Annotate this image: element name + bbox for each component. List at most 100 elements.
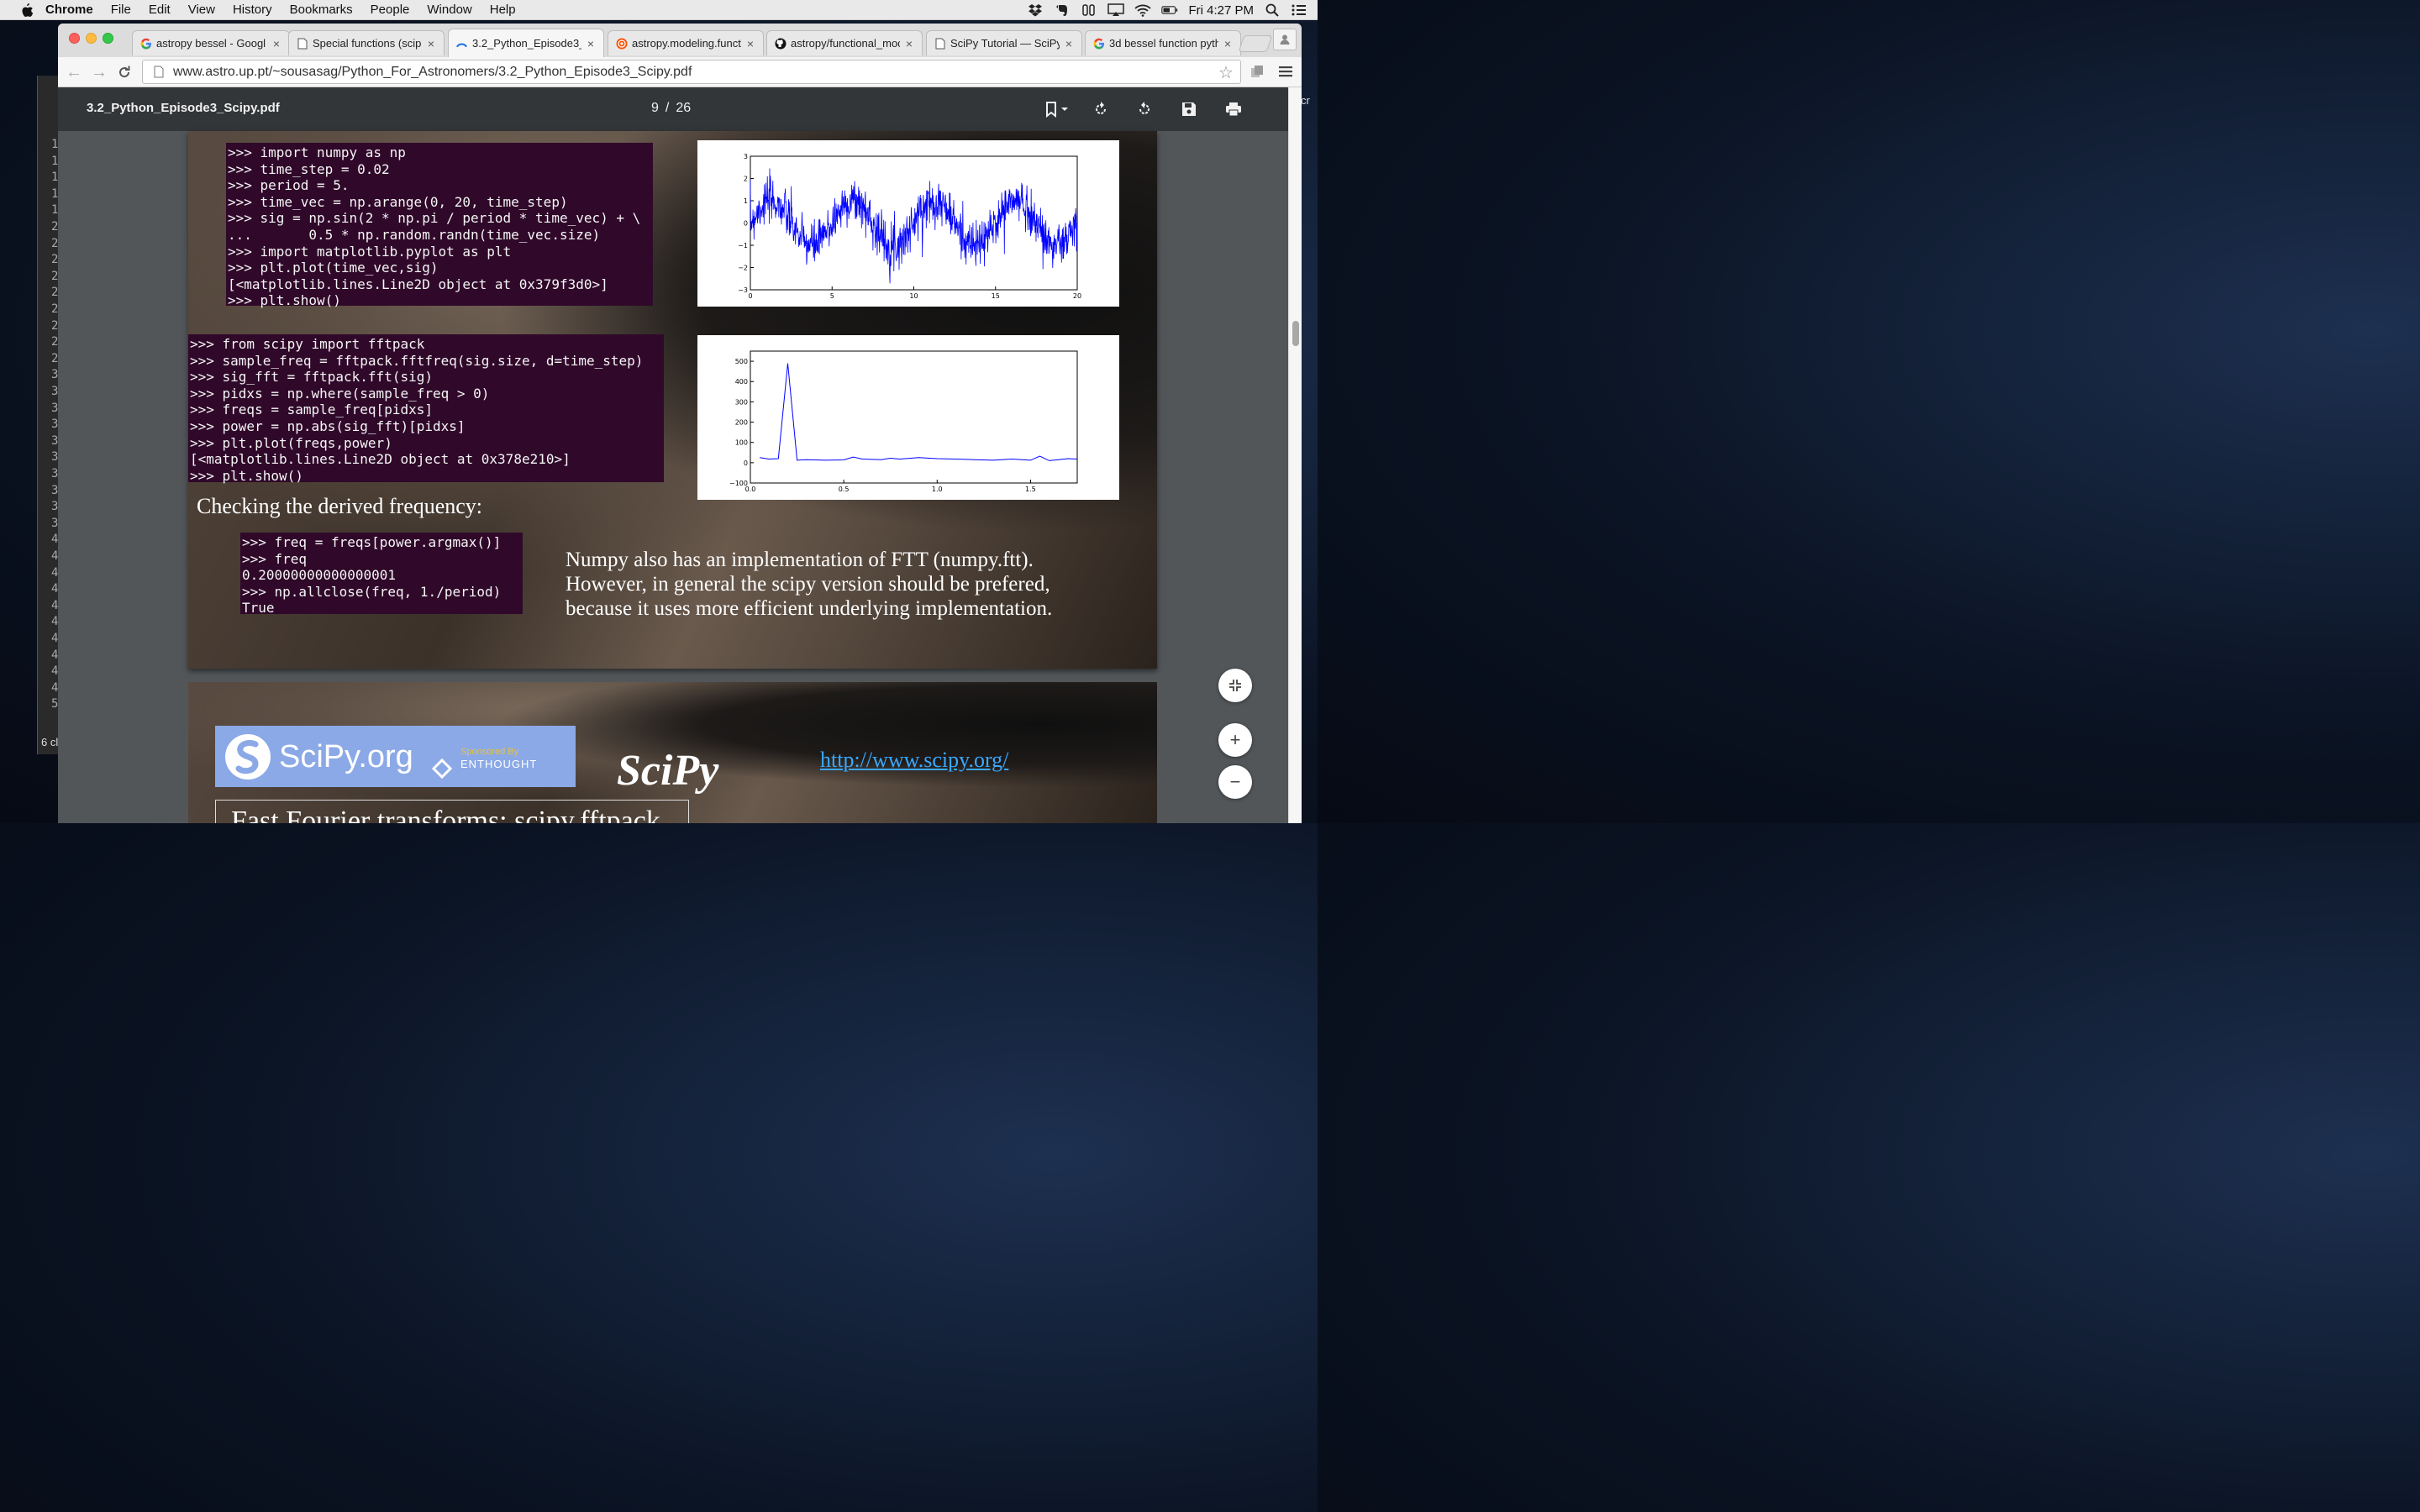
y-tick-label: 2 bbox=[744, 176, 748, 183]
sponsored-by-text: Sponsored By bbox=[460, 747, 519, 757]
tab-title: SciPy Tutorial — SciPy bbox=[950, 37, 1060, 50]
signal-plot-svg: 0 5 10 15 20 −3 −2 −1 0 1 2 3 bbox=[738, 153, 1081, 300]
enthought-logo-icon bbox=[431, 758, 453, 780]
x-tick-label: 20 bbox=[1073, 292, 1081, 300]
plot-frame bbox=[750, 350, 1078, 484]
sidebar-icon[interactable] bbox=[1081, 3, 1097, 17]
google-icon bbox=[1092, 37, 1105, 50]
current-page-input[interactable]: 9 bbox=[651, 101, 659, 116]
page-info-icon[interactable] bbox=[150, 64, 168, 81]
tab-scipy-tutorial[interactable]: SciPy Tutorial — SciPy × bbox=[926, 30, 1082, 55]
code-block-fft: >>> from scipy import fftpack >>> sample… bbox=[188, 334, 664, 484]
tab-strip: astropy bessel - Googl × Special functio… bbox=[58, 24, 1302, 59]
back-arrow-icon[interactable]: ← bbox=[63, 61, 85, 83]
y-tick-label: 500 bbox=[735, 358, 748, 365]
checking-frequency-text: Checking the derived frequency: bbox=[197, 494, 483, 518]
chrome-window: astropy bessel - Googl × Special functio… bbox=[58, 24, 1302, 823]
browser-toolbar: ← → www.astro.up.pt/~sousasag/Python_For… bbox=[58, 57, 1302, 87]
close-tab-icon[interactable]: × bbox=[585, 37, 597, 50]
url-text[interactable]: www.astro.up.pt/~sousasag/Python_For_Ast… bbox=[173, 65, 692, 80]
new-tab-button[interactable] bbox=[1238, 35, 1273, 52]
menu-file[interactable]: File bbox=[111, 3, 131, 17]
bookmark-icon[interactable] bbox=[1039, 98, 1073, 120]
menu-view[interactable]: View bbox=[188, 3, 215, 17]
tab-title: astropy/functional_moc bbox=[791, 37, 900, 50]
y-tick-label: 400 bbox=[735, 378, 748, 386]
zoom-window-button[interactable] bbox=[103, 33, 113, 44]
close-tab-icon[interactable]: × bbox=[271, 37, 282, 50]
tab-astropy-modeling[interactable]: astropy.modeling.funct × bbox=[608, 30, 764, 55]
bookmark-star-icon[interactable]: ☆ bbox=[1217, 63, 1235, 82]
note-line: because it uses more efficient underlyin… bbox=[566, 597, 1053, 620]
menu-window[interactable]: Window bbox=[427, 3, 471, 17]
github-icon bbox=[774, 37, 786, 50]
clock[interactable]: Fri 4:27 PM bbox=[1188, 3, 1254, 18]
reload-icon[interactable] bbox=[113, 61, 135, 83]
x-tick-label: 15 bbox=[992, 292, 1000, 300]
tab-title: astropy.modeling.funct bbox=[632, 37, 741, 50]
zoom-out-button[interactable]: − bbox=[1218, 765, 1252, 799]
close-tab-icon[interactable]: × bbox=[1222, 37, 1234, 50]
airplay-icon[interactable] bbox=[1107, 3, 1125, 17]
page-icon bbox=[934, 37, 946, 50]
zoom-in-button[interactable]: + bbox=[1218, 723, 1252, 757]
tab-special-functions[interactable]: Special functions (scip × bbox=[288, 30, 445, 55]
notification-center-icon[interactable] bbox=[1291, 3, 1307, 17]
profile-icon[interactable] bbox=[1273, 29, 1297, 50]
print-icon[interactable] bbox=[1223, 98, 1244, 120]
evernote-icon[interactable] bbox=[1054, 3, 1071, 17]
x-tick-label: 10 bbox=[909, 292, 918, 300]
fit-to-page-button[interactable] bbox=[1218, 669, 1252, 702]
note-line: Numpy also has an implementation of FTT … bbox=[566, 549, 1034, 571]
tab-3d-bessel[interactable]: 3d bessel function pyth × bbox=[1085, 30, 1241, 55]
menu-history[interactable]: History bbox=[233, 3, 272, 17]
code-block-frequency-check: >>> freq = freqs[power.argmax()] >>> fre… bbox=[240, 533, 523, 616]
menu-people[interactable]: People bbox=[371, 3, 410, 17]
chrome-menu-icon[interactable] bbox=[1276, 62, 1295, 81]
y-tick-label: 300 bbox=[735, 398, 748, 406]
battery-icon[interactable] bbox=[1161, 3, 1178, 17]
forward-arrow-icon[interactable]: → bbox=[88, 61, 110, 83]
pdf-viewport[interactable]: >>> import numpy as np >>> time_step = 0… bbox=[58, 131, 1288, 823]
extension-icon[interactable] bbox=[1248, 62, 1266, 81]
x-tick-label: 1.5 bbox=[1025, 486, 1036, 493]
pdf-filename: 3.2_Python_Episode3_Scipy.pdf bbox=[87, 101, 280, 115]
address-bar[interactable]: www.astro.up.pt/~sousasag/Python_For_Ast… bbox=[142, 60, 1241, 84]
close-tab-icon[interactable]: × bbox=[1063, 37, 1075, 50]
tab-astropy-bessel[interactable]: astropy bessel - Googl × bbox=[132, 30, 290, 55]
tab-python-episode3[interactable]: 3.2_Python_Episode3_ × bbox=[448, 29, 604, 57]
apple-icon[interactable] bbox=[18, 3, 35, 18]
close-tab-icon[interactable]: × bbox=[903, 37, 915, 50]
scipy-logo-icon bbox=[225, 734, 271, 780]
power-series-line bbox=[760, 363, 1078, 461]
tab-astropy-functional-models[interactable]: astropy/functional_moc × bbox=[766, 30, 923, 55]
close-window-button[interactable] bbox=[69, 33, 80, 44]
y-tick-label: 100 bbox=[735, 439, 748, 447]
menu-edit[interactable]: Edit bbox=[149, 3, 171, 17]
download-save-icon[interactable] bbox=[1178, 98, 1200, 120]
close-tab-icon[interactable]: × bbox=[425, 37, 437, 50]
page-indicator: 9 / 26 bbox=[651, 101, 691, 116]
minimize-window-button[interactable] bbox=[86, 33, 97, 44]
scipy-link[interactable]: http://www.scipy.org/ bbox=[820, 748, 1008, 773]
rotate-counterclockwise-icon[interactable] bbox=[1134, 98, 1155, 120]
astropy-icon bbox=[615, 37, 628, 50]
vertical-scrollbar[interactable] bbox=[1288, 87, 1302, 823]
rotate-clockwise-icon[interactable] bbox=[1090, 98, 1112, 120]
menu-help[interactable]: Help bbox=[490, 3, 516, 17]
menu-app-name[interactable]: Chrome bbox=[45, 3, 93, 17]
power-spectrum-plot: 0.0 0.5 1.0 1.5 −100 0 100 200 300 400 500 bbox=[697, 335, 1119, 500]
close-tab-icon[interactable]: × bbox=[744, 37, 756, 50]
background-footer-text: 6 cl bbox=[41, 736, 59, 748]
spotlight-icon[interactable] bbox=[1264, 3, 1281, 17]
y-tick-label: −2 bbox=[738, 265, 748, 272]
menu-bookmarks[interactable]: Bookmarks bbox=[290, 3, 353, 17]
y-tick-label: 1 bbox=[744, 197, 748, 205]
note-line: However, in general the scipy version sh… bbox=[566, 573, 1050, 596]
wifi-icon[interactable] bbox=[1134, 3, 1152, 17]
tab-title: 3.2_Python_Episode3_ bbox=[472, 37, 581, 50]
google-icon bbox=[139, 37, 152, 50]
dropbox-icon[interactable] bbox=[1027, 3, 1044, 17]
scrollbar-thumb[interactable] bbox=[1292, 321, 1299, 346]
pdf-toolbar: 3.2_Python_Episode3_Scipy.pdf 9 / 26 bbox=[58, 87, 1288, 131]
